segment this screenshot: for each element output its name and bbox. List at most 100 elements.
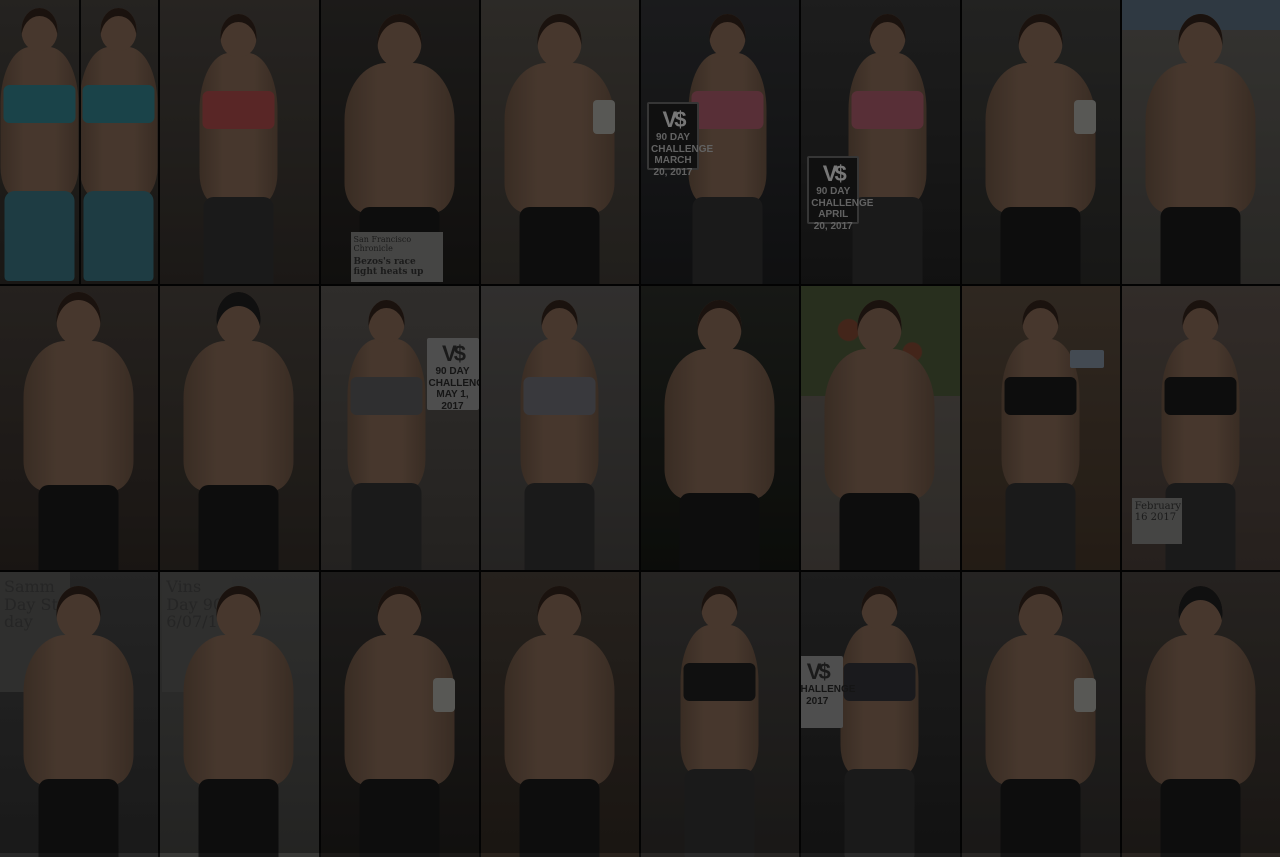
photo-tile <box>1122 572 1280 857</box>
photo-tile: San Francisco ChronicleBezos's race figh… <box>321 0 479 284</box>
person-torso <box>985 63 1095 213</box>
sign-date: 2017 <box>801 696 841 708</box>
person-torso <box>504 635 614 785</box>
clothing-bottom <box>1000 779 1080 857</box>
photo-tile: February 16 2017 <box>1122 286 1280 570</box>
person-figure <box>1200 0 1201 284</box>
photo-half-side <box>79 0 158 284</box>
clothing-top <box>1004 377 1076 415</box>
person-torso <box>1145 635 1255 785</box>
handwritten-note: February 16 2017 <box>1132 498 1182 544</box>
person-figure <box>888 0 889 284</box>
person-head <box>21 8 57 51</box>
transformation-photo-grid: San Francisco ChronicleBezos's race figh… <box>0 0 1280 853</box>
clothing-bottom <box>1160 207 1240 284</box>
person-figure <box>880 572 881 857</box>
sign-date: MAY 1, 2017 <box>429 389 477 412</box>
person-figure <box>79 572 80 857</box>
person-head <box>217 292 261 345</box>
clothing-bottom <box>524 483 594 570</box>
clothing-top <box>82 85 154 123</box>
clothing-bottom <box>1000 207 1080 284</box>
clothing-top <box>523 377 595 415</box>
challenge-sign: V$90 DAY CHALLENGEMARCH 20, 2017 <box>647 102 699 170</box>
clothing-bottom <box>204 197 274 284</box>
v-shred-logo: V$ <box>429 341 477 366</box>
person-figure <box>728 0 729 284</box>
clothing-top <box>350 377 422 415</box>
person-head <box>57 292 101 345</box>
sign-title: 90 DAY CHALLENGE <box>811 186 855 209</box>
clothing-top <box>1164 377 1236 415</box>
photo-tile <box>962 286 1120 570</box>
photo-tile <box>1122 0 1280 284</box>
person-head <box>1178 14 1222 67</box>
person-figure <box>239 572 240 857</box>
clothing-top <box>203 91 275 129</box>
clothing-bottom <box>4 191 74 281</box>
photo-tile <box>962 0 1120 284</box>
clothing-bottom <box>845 769 915 857</box>
held-card <box>1070 350 1104 368</box>
clothing-bottom <box>693 197 763 284</box>
challenge-sign: V$90 DAY CHALLENGEAPRIL 20, 2017 <box>807 156 859 224</box>
clothing-bottom <box>1160 779 1240 857</box>
person-figure <box>1200 572 1201 857</box>
phone <box>1074 678 1096 712</box>
person-head <box>1018 586 1062 639</box>
person-torso <box>184 635 294 785</box>
photo-tile <box>481 286 639 570</box>
photo-divider <box>79 0 81 284</box>
clothing-top <box>692 91 764 129</box>
person-figure <box>386 286 387 570</box>
clothing-bottom <box>1005 483 1075 570</box>
photo-tile <box>641 572 799 857</box>
clothing-bottom <box>685 769 755 857</box>
photo-tile <box>962 572 1120 857</box>
sign-date: MARCH 20, 2017 <box>651 155 695 178</box>
clothing-bottom <box>359 779 439 857</box>
person-figure <box>559 286 560 570</box>
person-head <box>541 300 577 343</box>
photo-tile: V$90 DAY CHALLENGEMARCH 20, 2017 <box>641 0 799 284</box>
person-torso <box>344 63 454 213</box>
person-figure <box>399 572 400 857</box>
person-figure <box>559 0 560 284</box>
clothing-bottom <box>199 485 279 570</box>
person-figure <box>1040 0 1041 284</box>
person-figure <box>720 572 721 857</box>
person-torso <box>665 349 775 499</box>
person-figure <box>720 286 721 570</box>
person-figure <box>559 572 560 857</box>
clothing-bottom <box>351 483 421 570</box>
phone <box>433 678 455 712</box>
v-shred-logo: V$ <box>801 659 841 684</box>
person-head <box>217 586 261 639</box>
photo-tile: Samm Day Ster day <box>0 572 158 857</box>
photo-tile <box>0 286 158 570</box>
challenge-sign: V$CHALLENGE2017 <box>801 656 843 728</box>
person-figure <box>880 286 881 570</box>
clothing-bottom <box>39 779 119 857</box>
sign-date: APRIL 20, 2017 <box>811 209 855 232</box>
sign-title: 90 DAY CHALLENGE <box>651 132 695 155</box>
person-figure <box>79 286 80 570</box>
whiteboard-text: Vins Day 90 6/07/1 <box>166 578 223 631</box>
person-head <box>1018 14 1062 67</box>
person-figure <box>239 286 240 570</box>
challenge-sign: V$90 DAY CHALLENGEMAY 1, 2017 <box>427 338 479 410</box>
clothing-bottom <box>840 493 920 570</box>
newspaper: San Francisco ChronicleBezos's race figh… <box>351 232 443 282</box>
photo-tile <box>641 286 799 570</box>
photo-tile <box>801 286 959 570</box>
person-head <box>57 586 101 639</box>
newspaper-headline: Bezos's race fight heats up <box>354 257 440 277</box>
phone <box>1074 100 1096 134</box>
photo-tile <box>321 572 479 857</box>
sign-title: CHALLENGE <box>801 684 841 696</box>
person-head <box>702 586 738 629</box>
person-head <box>368 300 404 343</box>
person-head <box>1022 300 1058 343</box>
clothing-top <box>852 91 924 129</box>
clothing-bottom <box>680 493 760 570</box>
